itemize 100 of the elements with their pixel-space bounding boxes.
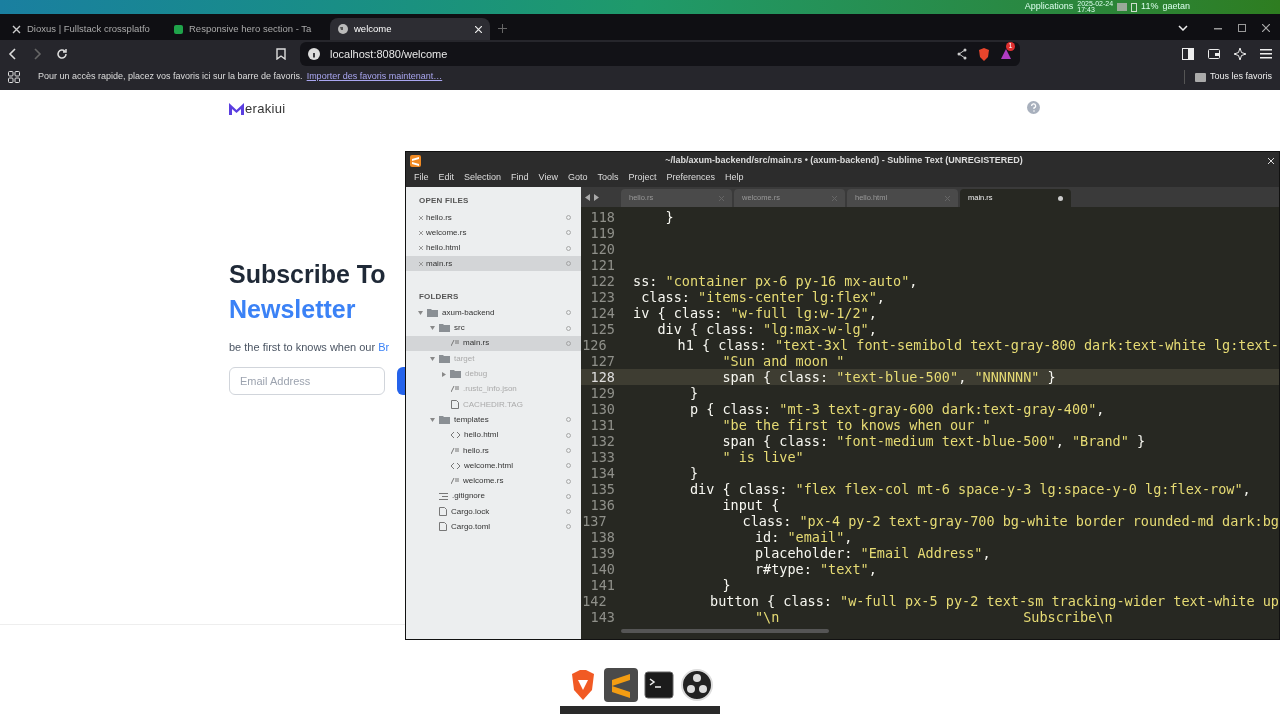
wallet-icon[interactable] [1208,48,1220,60]
line-number: 138 [589,529,616,545]
import-bookmarks-link[interactable]: Importer des favoris maintenant… [306,70,443,84]
code-line: "Sun and moon " [721,353,845,369]
folder-icon [439,324,450,333]
sidebar-item[interactable]: welcome.rs [406,225,581,241]
sidebar-item[interactable]: hello.html [406,240,581,256]
bookmarks-hint: Pour un accès rapide, placez vos favoris ici sur la barre de favoris. [38,70,303,84]
horizontal-scrollbar[interactable] [621,629,829,633]
new-tab-icon[interactable] [498,24,507,33]
expanded-arrow-icon[interactable] [418,310,423,315]
line-number: 119 [589,225,616,241]
line-number: 135 [589,481,616,497]
section-title: FOLDERS [418,291,460,304]
code-line: "be the first to knows when our " [721,417,991,433]
line-number: 127 [589,353,616,369]
line-number: 133 [589,449,616,465]
line-number: 129 [589,385,616,401]
tree-item[interactable]: welcome.rs [406,473,581,489]
line-number: 121 [589,257,616,273]
code-line: h1 { class: "text-3xl font-semibold text-gray-800 dark:text-white lg:text- [676,337,1279,353]
line-number: 134 [589,465,616,481]
status-circle-icon [566,417,571,423]
code-line: placeholder: "Email Address", [753,545,991,561]
battery-level: 11% [1141,0,1159,14]
folder-icon [1117,3,1128,11]
tree-item[interactable]: Cargo.lock [406,504,581,520]
tree-item[interactable]: main.rs [406,335,581,352]
heading-accent: Newsletter [229,293,356,325]
unsaved-dot-icon [1058,195,1063,201]
apps-grid-icon[interactable] [8,71,20,83]
browser-tab[interactable]: Dioxus | Fullstack crossplatfo [6,18,166,40]
user-name: gaetan [1162,0,1190,14]
code-line: " is live" [721,449,804,465]
tree-item[interactable]: hello.rs [406,442,581,459]
expanded-arrow-icon[interactable] [430,326,435,331]
menu-item[interactable]: Tools [597,171,619,185]
file-icon [451,400,459,410]
menu-item[interactable]: File [414,171,429,185]
menu-item[interactable]: Help [725,171,744,185]
tags-icon [451,432,460,439]
shield-icon[interactable] [978,47,990,61]
tree-item[interactable]: .gitignore [406,488,581,505]
back-icon[interactable] [8,48,18,60]
line-number: 120 [589,241,616,257]
status-circle-icon [566,463,571,469]
tree-item[interactable]: welcome.html [406,458,581,474]
code-line: input { [721,497,780,513]
section-title: OPEN FILES [418,195,470,207]
square-icon [174,24,183,34]
expanded-arrow-icon[interactable] [430,417,435,422]
line-number: 141 [589,577,616,593]
code-line: div { class: "flex flex-col mt-6 space-y-3 lg:space-y-0 lg:flex-row", [688,481,1251,497]
recorder-icon[interactable] [680,668,714,702]
code-line: class: "items-center lg:flex", [640,289,885,305]
tree-item[interactable]: Cargo.toml [406,519,581,535]
bookmark-icon[interactable] [276,48,286,60]
menu-item[interactable]: View [538,171,558,185]
menu-item[interactable]: Selection [464,171,502,185]
maximize-icon[interactable] [1238,24,1246,32]
all-bookmarks-button[interactable]: Tous les favoris [1209,70,1272,84]
menu-item[interactable]: Project [628,171,657,185]
sidebar-item[interactable]: hello.rs [406,210,581,226]
heading: Subscribe To [229,258,386,290]
sparkle-icon[interactable] [1234,48,1246,60]
tree-item[interactable]: axum-backend [406,305,581,321]
menu-item[interactable]: Edit [438,171,455,185]
forward-icon[interactable] [32,48,42,60]
menu-item[interactable]: Goto [567,171,588,185]
tree-item[interactable]: templates [406,412,581,428]
reload-icon[interactable] [56,48,68,60]
line-number: 122 [589,273,616,289]
share-icon[interactable] [956,48,968,60]
dropdown-icon[interactable] [1178,25,1188,31]
sidebar-item[interactable]: main.rs [406,255,581,272]
email-field[interactable]: Email Address [229,367,385,395]
browser-tab[interactable]: Responsive hero section - Ta [168,18,328,40]
subscribe-button[interactable] [397,367,405,395]
collapsed-arrow-icon[interactable] [442,371,446,377]
menu-item[interactable]: Preferences [666,171,715,185]
applications-menu[interactable]: Applications [1024,0,1074,14]
line-number: 123 [589,289,616,305]
terminal-icon[interactable] [642,668,676,702]
code-line: span { class: "text-blue-500", "NNNNNN" } [721,369,1056,385]
folder-icon [439,354,450,363]
menu-icon[interactable] [1260,49,1272,59]
close-icon[interactable] [1262,24,1270,32]
menu-item[interactable]: Find [511,171,529,185]
status-circle-icon [566,478,571,484]
triangle-icon[interactable] [1000,48,1012,60]
sidebar-icon[interactable] [1182,48,1194,60]
minimize-icon[interactable] [1214,28,1222,30]
expanded-arrow-icon[interactable] [430,356,435,361]
browser-tab[interactable]: welcome [330,18,490,40]
tree-item[interactable]: hello.html [406,427,581,443]
tree-item[interactable]: src [406,320,581,336]
status-circle-icon [566,310,571,316]
tab-arrows-icon[interactable] [585,194,599,201]
code-line: iv { class: "w-full lg:w-1/2", [633,305,877,321]
editor-app-icon[interactable] [604,668,638,702]
